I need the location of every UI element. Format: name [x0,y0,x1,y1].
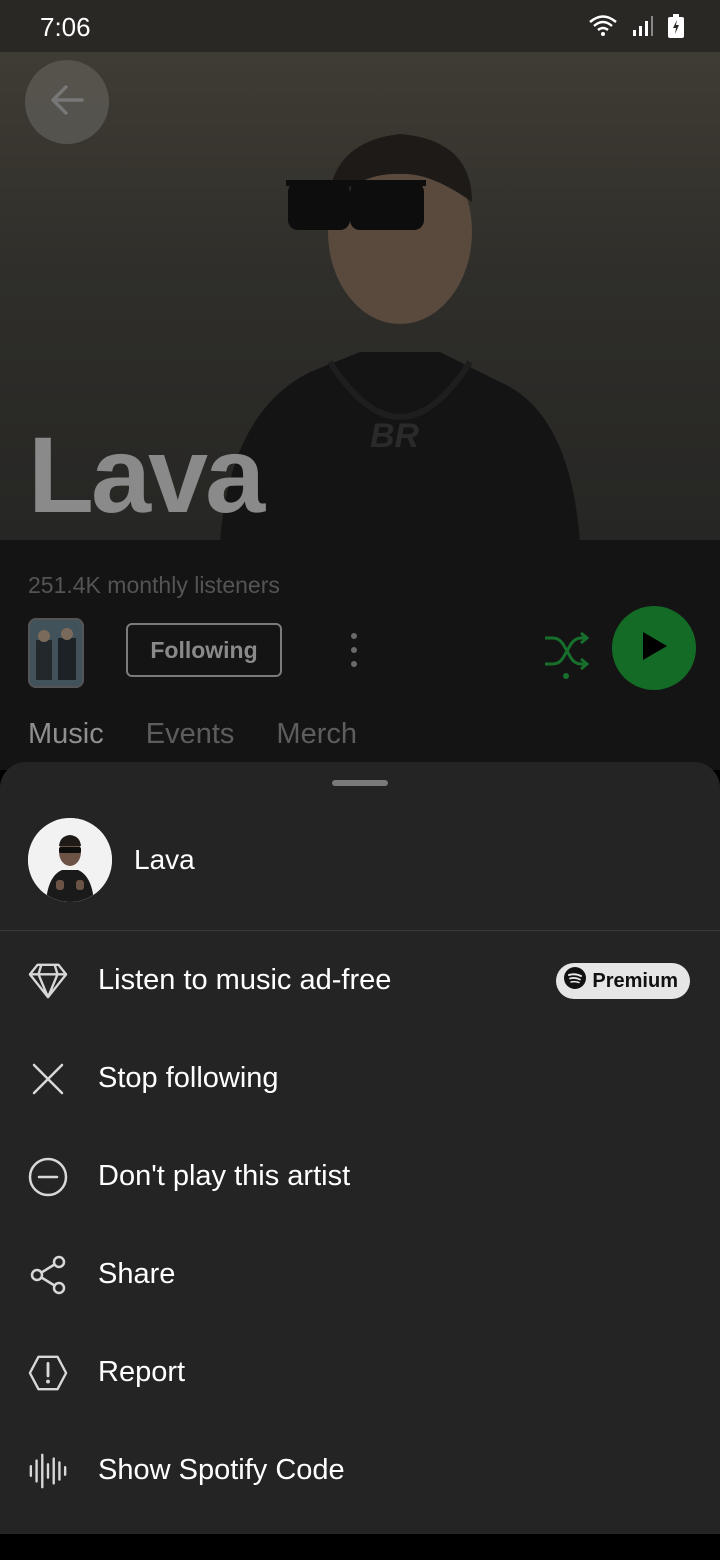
sheet-artist-name: Lava [134,844,195,875]
menu-item-label: Show Spotify Code [98,1454,345,1486]
menu-item-label: Listen to music ad-free [98,964,392,996]
status-icons [588,14,684,43]
menu-item-share[interactable]: Share [0,1226,720,1324]
diamond-icon [28,961,68,1001]
menu-item-label: Share [98,1258,176,1290]
tab-events[interactable]: Events [146,718,235,751]
shuffle-icon[interactable] [543,630,590,685]
menu-item-listen-ad-free[interactable]: Listen to music ad-free Premium [0,932,720,1030]
artist-options-sheet: Lava Listen to music ad-free Premium Sto… [0,762,720,1534]
artist-hero: BR Lava [0,52,720,540]
menu-item-label: Don't play this artist [98,1160,351,1192]
more-options-icon[interactable] [344,632,364,673]
artist-tabs: Music Events Merch [28,718,357,751]
menu-item-label: Report [98,1356,186,1388]
play-icon [639,630,669,667]
artist-photo: BR [210,112,590,540]
menu-item-show-spotify-code[interactable]: Show Spotify Code [0,1422,720,1520]
spotify-logo-icon [564,967,587,995]
signal-icon [632,15,654,42]
menu-item-dont-play-artist[interactable]: Don't play this artist [0,1128,720,1226]
status-time: 7:06 [40,12,91,42]
following-button[interactable]: Following [126,623,282,677]
menu-item-stop-following[interactable]: Stop following [0,1030,720,1128]
sheet-header: Lava [0,818,720,902]
tab-music[interactable]: Music [28,718,104,751]
close-icon [28,1059,68,1099]
navigation-bar [0,1534,720,1560]
status-bar: 7:06 [0,0,720,52]
options-menu: Listen to music ad-free Premium Stop fol… [0,932,720,1520]
artist-profile-section: 251.4K monthly listeners Following Music… [0,540,720,770]
artist-name-title: Lava [28,414,265,535]
minus-circle-icon [28,1157,68,1197]
divider [0,930,720,931]
back-button[interactable] [25,60,109,144]
svg-text:BR: BR [370,417,420,455]
monthly-listeners: 251.4K monthly listeners [28,572,280,598]
tab-merch[interactable]: Merch [276,718,357,751]
artist-thumbnail[interactable] [28,618,84,688]
sheet-drag-handle[interactable] [332,780,388,786]
report-icon [28,1353,68,1393]
spotify-code-icon [28,1451,68,1491]
menu-item-label: Stop following [98,1062,279,1094]
avatar [28,818,112,902]
premium-badge-label: Premium [592,969,678,992]
play-button[interactable] [612,606,696,690]
premium-badge: Premium [556,963,690,999]
share-icon [28,1255,68,1295]
battery-icon [668,14,684,43]
wifi-icon [588,14,618,43]
arrow-left-icon [48,81,86,124]
menu-item-report[interactable]: Report [0,1324,720,1422]
